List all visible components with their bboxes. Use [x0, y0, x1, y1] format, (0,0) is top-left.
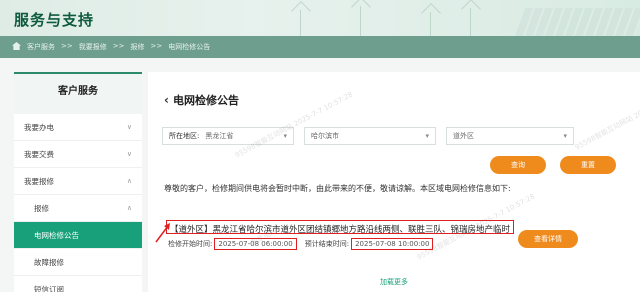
chevron-up-icon: ∧	[126, 177, 132, 185]
sidebar-heading: 客户服务	[14, 74, 142, 114]
wind-turbine-icon	[430, 12, 431, 36]
outage-times: 检修开始时间: 2025-07-08 06:00:00 预计结束时间: 2025…	[168, 238, 441, 250]
sidebar-item-label: 故障报修	[34, 257, 64, 267]
end-time-value: 2025-07-08 10:00:00	[351, 238, 434, 250]
end-time-label: 预计结束时间:	[304, 240, 350, 248]
solar-panels-decoration	[514, 8, 640, 36]
sidebar-item-report-repair[interactable]: 我要报修 ∧	[14, 168, 142, 195]
sidebar-item-label: 我要报修	[24, 176, 54, 186]
city-value: 哈尔滨市	[311, 132, 339, 140]
chevron-down-icon: ▾	[563, 132, 567, 140]
breadcrumb: 客户服务 >> 我要报修 >> 报修 >> 电网检修公告	[12, 42, 210, 52]
outage-title[interactable]: 【道外区】黑龙江省哈尔滨市道外区团结镇郷地方路沿线两侧、联胜三队、锦瑞房地产临时…	[170, 223, 510, 235]
area-filters: 所在地区: 黑龙江省 ▾ 哈尔滨市 ▾ 道外区 ▾	[162, 127, 574, 145]
wind-turbine-icon	[360, 6, 361, 36]
breadcrumb-item[interactable]: 客户服务	[27, 42, 55, 52]
breadcrumb-bar: 客户服务 >> 我要报修 >> 报修 >> 电网检修公告	[0, 36, 640, 58]
sidebar-item-fault-report[interactable]: 故障报修	[14, 249, 142, 276]
city-select[interactable]: 哈尔滨市 ▾	[304, 127, 436, 145]
header-banner: 服务与支持	[0, 0, 640, 36]
view-details-button[interactable]: 查看详情	[518, 230, 578, 248]
province-select[interactable]: 所在地区: 黑龙江省 ▾	[162, 127, 294, 145]
district-value: 道外区	[453, 132, 474, 140]
chevron-down-icon: ∨	[126, 123, 132, 131]
sidebar-item-sms-subscribe[interactable]: 短信订阅	[14, 276, 142, 292]
reset-button[interactable]: 重置	[560, 156, 616, 174]
chevron-up-icon: ∧	[126, 204, 132, 212]
start-time-value: 2025-07-08 06:00:00	[214, 238, 297, 250]
area-label: 所在地区:	[169, 132, 200, 140]
main-panel: ‹ 电网检修公告 所在地区: 黑龙江省 ▾ 哈尔滨市 ▾ 道外区 ▾ 查询 重置…	[148, 72, 640, 292]
breadcrumb-separator: >>	[61, 42, 73, 50]
sidebar: 客户服务 我要办电 ∨ 我要交费 ∨ 我要报修 ∧ 报修 ∧ 电网检修公告 故障…	[14, 72, 142, 292]
sidebar-item-label: 我要交费	[24, 149, 54, 159]
breadcrumb-item-current: 电网检修公告	[168, 43, 211, 51]
sidebar-item-label: 电网检修公告	[34, 230, 79, 240]
sidebar-item-outage-notice[interactable]: 电网检修公告	[14, 222, 142, 249]
start-time-label: 检修开始时间:	[168, 240, 213, 248]
sidebar-item-apply-power[interactable]: 我要办电 ∨	[14, 114, 142, 141]
page-title-text: 电网检修公告	[172, 94, 239, 107]
load-more-link[interactable]: 加载更多	[148, 277, 640, 287]
page-title: ‹ 电网检修公告	[164, 92, 239, 108]
district-select[interactable]: 道外区 ▾	[446, 127, 574, 145]
province-value: 黑龙江省	[205, 132, 234, 140]
sidebar-item-label: 短信订阅	[34, 284, 64, 292]
sidebar-item-label: 我要办电	[24, 122, 54, 132]
home-icon[interactable]	[12, 42, 21, 50]
sidebar-item-label: 报修	[34, 203, 49, 213]
breadcrumb-separator: >>	[112, 42, 125, 50]
breadcrumb-separator: >>	[150, 42, 163, 50]
wind-turbine-icon	[470, 8, 471, 36]
query-button[interactable]: 查询	[490, 156, 546, 174]
watermark-text: 95598智能互动网站 2025-7-7 10:57:28	[573, 82, 640, 152]
wind-turbine-icon	[300, 10, 301, 36]
chevron-down-icon: ∨	[126, 150, 132, 158]
watermark-text: 95598智能互动网站 2025-7-7 10:57:28	[233, 90, 355, 160]
notice-text: 尊敬的客户，检修期间供电将会暂时中断，由此带来的不便，敬请谅解。本区域电网检修信…	[164, 184, 511, 193]
chevron-down-icon: ▾	[425, 132, 429, 140]
breadcrumb-item[interactable]: 我要报修	[79, 42, 107, 52]
sidebar-item-repair[interactable]: 报修 ∧	[14, 195, 142, 222]
page-header-title: 服务与支持	[14, 11, 95, 29]
back-icon[interactable]: ‹	[164, 93, 169, 107]
chevron-down-icon: ▾	[283, 132, 287, 140]
sidebar-item-pay-bill[interactable]: 我要交费 ∨	[14, 141, 142, 168]
breadcrumb-item[interactable]: 报修	[130, 42, 144, 52]
